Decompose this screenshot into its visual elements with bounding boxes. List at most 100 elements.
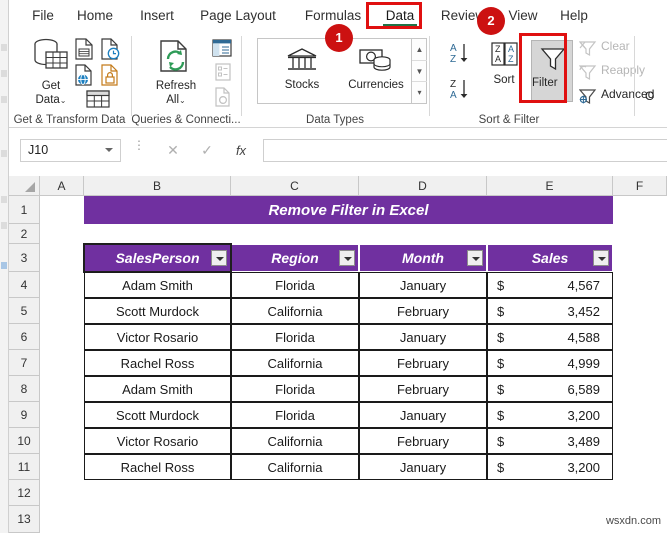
table-header-month-label: Month bbox=[402, 250, 444, 266]
name-box[interactable]: J10 bbox=[20, 139, 121, 162]
formula-input[interactable] bbox=[263, 139, 667, 162]
table-row[interactable]: California bbox=[231, 454, 359, 480]
table-row[interactable]: Florida bbox=[231, 402, 359, 428]
existing-connections-icon[interactable] bbox=[100, 64, 120, 86]
sort-button[interactable]: Z A A Z Sort bbox=[479, 38, 529, 106]
table-row[interactable]: $ 3,200 bbox=[487, 454, 613, 480]
table-row[interactable]: January bbox=[359, 454, 487, 480]
row-header-5[interactable]: 5 bbox=[9, 298, 40, 324]
tab-home[interactable]: Home bbox=[71, 5, 119, 26]
table-row[interactable]: February bbox=[359, 350, 487, 376]
column-header-a[interactable]: A bbox=[40, 176, 84, 196]
row-header-4[interactable]: 4 bbox=[9, 272, 40, 298]
data-types-gallery-scrollbar[interactable]: ▲ ▼ ▾ bbox=[411, 39, 427, 103]
from-table-range-icon[interactable] bbox=[85, 88, 111, 110]
row-header-1[interactable]: 1 bbox=[9, 196, 40, 224]
table-row[interactable]: January bbox=[359, 272, 487, 298]
filter-dropdown-month[interactable] bbox=[467, 250, 483, 266]
tab-data[interactable]: Data bbox=[379, 5, 421, 26]
table-row[interactable]: California bbox=[231, 350, 359, 376]
tab-help[interactable]: Help bbox=[555, 5, 593, 26]
table-row[interactable]: $ 4,588 bbox=[487, 324, 613, 350]
formula-bar-handle[interactable]: ⋮ bbox=[133, 139, 145, 151]
sheet-title-banner[interactable]: Remove Filter in Excel bbox=[84, 196, 613, 224]
tab-view[interactable]: View bbox=[503, 5, 543, 26]
table-row[interactable]: $ 3,452 bbox=[487, 298, 613, 324]
filter-dropdown-salesperson[interactable] bbox=[211, 250, 227, 266]
row-header-3[interactable]: 3 bbox=[9, 244, 40, 272]
tab-file[interactable]: File bbox=[23, 5, 63, 26]
table-row[interactable]: $ 6,589 bbox=[487, 376, 613, 402]
column-header-d[interactable]: D bbox=[359, 176, 487, 196]
filter-dropdown-region[interactable] bbox=[339, 250, 355, 266]
table-row[interactable]: Adam Smith bbox=[84, 272, 231, 298]
table-row[interactable]: January bbox=[359, 324, 487, 350]
table-header-month[interactable]: Month bbox=[359, 244, 487, 272]
from-text-csv-icon[interactable] bbox=[74, 38, 94, 60]
row-header-8[interactable]: 8 bbox=[9, 376, 40, 402]
get-data-button[interactable]: Get Data⌄ bbox=[23, 36, 79, 118]
queries-connections-pane-icon[interactable] bbox=[211, 38, 233, 58]
currencies-button[interactable]: Currencies bbox=[338, 43, 414, 101]
filter-button[interactable]: Filter bbox=[531, 40, 573, 102]
table-row[interactable]: Rachel Ross bbox=[84, 454, 231, 480]
row-header-11[interactable]: 11 bbox=[9, 454, 40, 480]
cancel-entry-button[interactable]: ✕ bbox=[159, 140, 187, 161]
table-row[interactable]: Scott Murdock bbox=[84, 298, 231, 324]
insert-function-button[interactable]: fx bbox=[227, 140, 255, 161]
currency-symbol: $ bbox=[497, 407, 505, 423]
table-row[interactable]: California bbox=[231, 298, 359, 324]
row-header-12[interactable]: 12 bbox=[9, 480, 40, 506]
chevron-down-icon[interactable] bbox=[105, 148, 113, 152]
table-row[interactable]: California bbox=[231, 428, 359, 454]
table-row[interactable]: Florida bbox=[231, 272, 359, 298]
table-row[interactable]: Florida bbox=[231, 324, 359, 350]
clear-filter-icon bbox=[579, 40, 598, 57]
table-row[interactable]: February bbox=[359, 376, 487, 402]
table-row[interactable]: January bbox=[359, 402, 487, 428]
row-header-6[interactable]: 6 bbox=[9, 324, 40, 350]
table-row[interactable]: $ 4,567 bbox=[487, 272, 613, 298]
gallery-more-icon[interactable]: ▾ bbox=[412, 81, 427, 103]
table-row[interactable]: February bbox=[359, 298, 487, 324]
table-header-salesperson[interactable]: SalesPerson bbox=[84, 244, 231, 272]
column-header-f[interactable]: F bbox=[613, 176, 667, 196]
table-row[interactable]: $ 3,489 bbox=[487, 428, 613, 454]
column-header-b[interactable]: B bbox=[84, 176, 231, 196]
table-row[interactable]: February bbox=[359, 428, 487, 454]
stocks-button[interactable]: Stocks bbox=[264, 43, 340, 101]
column-header-c[interactable]: C bbox=[231, 176, 359, 196]
row-header-13[interactable]: 13 bbox=[9, 506, 40, 533]
table-row[interactable]: Victor Rosario bbox=[84, 428, 231, 454]
tab-insert[interactable]: Insert bbox=[133, 5, 181, 26]
column-header-e[interactable]: E bbox=[487, 176, 613, 196]
tab-page-layout[interactable]: Page Layout bbox=[195, 5, 281, 26]
table-row[interactable]: Victor Rosario bbox=[84, 324, 231, 350]
table-row[interactable]: Adam Smith bbox=[84, 376, 231, 402]
sort-ascending-button[interactable]: A Z bbox=[447, 40, 477, 66]
row-header-7[interactable]: 7 bbox=[9, 350, 40, 376]
filter-dropdown-sales[interactable] bbox=[593, 250, 609, 266]
sort-descending-button[interactable]: Z A bbox=[447, 76, 477, 102]
from-web-icon[interactable] bbox=[74, 64, 94, 86]
table-header-sales[interactable]: Sales bbox=[487, 244, 613, 272]
table-row[interactable]: $ 3,200 bbox=[487, 402, 613, 428]
confirm-entry-button[interactable]: ✓ bbox=[193, 140, 221, 161]
table-header-region[interactable]: Region bbox=[231, 244, 359, 272]
table-row[interactable]: $ 4,999 bbox=[487, 350, 613, 376]
gallery-scroll-up-icon[interactable]: ▲ bbox=[412, 39, 427, 60]
from-recent-sources-icon[interactable] bbox=[100, 38, 120, 60]
tab-formulas[interactable]: Formulas bbox=[299, 5, 367, 26]
currencies-icon bbox=[358, 47, 394, 73]
svg-text:Z: Z bbox=[450, 54, 456, 65]
row-header-2[interactable]: 2 bbox=[9, 224, 40, 244]
refresh-all-button[interactable]: Refresh All⌄ bbox=[145, 36, 207, 118]
gallery-scroll-down-icon[interactable]: ▼ bbox=[412, 60, 427, 81]
table-row[interactable]: Rachel Ross bbox=[84, 350, 231, 376]
table-row[interactable]: Scott Murdock bbox=[84, 402, 231, 428]
table-row[interactable]: Florida bbox=[231, 376, 359, 402]
row-header-9[interactable]: 9 bbox=[9, 402, 40, 428]
svg-text:A: A bbox=[508, 44, 514, 54]
row-header-10[interactable]: 10 bbox=[9, 428, 40, 454]
select-all-corner[interactable] bbox=[9, 176, 40, 196]
